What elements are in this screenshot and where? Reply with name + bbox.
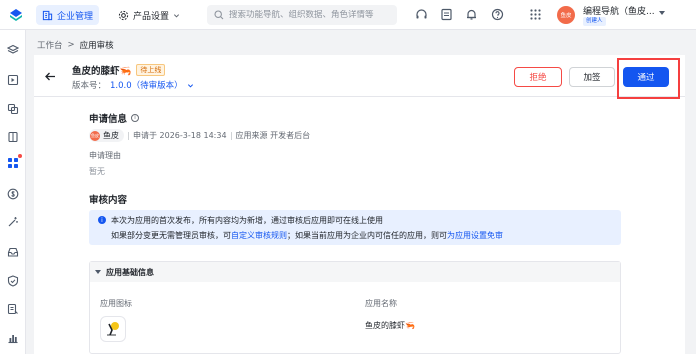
info-filled-icon: i — [98, 216, 106, 224]
settings-icon — [118, 10, 129, 20]
version-row[interactable]: 版本号： 1.0.0（待审版本） — [72, 79, 194, 91]
help-icon[interactable] — [491, 8, 504, 21]
building-icon — [42, 10, 53, 20]
chevron-down-icon — [173, 13, 180, 17]
tab-label: 企业管理 — [57, 11, 94, 22]
review-content-title-text: 审核内容 — [89, 195, 128, 206]
top-bar: 企业管理 产品设置 鱼皮 编程导航（鱼皮... 创建人 — [0, 0, 696, 30]
tab-product-settings[interactable]: 产品设置 — [112, 5, 186, 25]
applicant-row: 鱼皮 鱼皮 申请于 2026-3-18 14:34 应用来源 开发者后台 — [89, 129, 310, 142]
applicant-avatar: 鱼皮 — [90, 130, 100, 141]
avatar-text: 鱼皮 — [560, 13, 572, 19]
app-logo-icon — [107, 322, 119, 336]
app-name-value: 鱼皮的膝虾🦐 — [365, 321, 415, 330]
apps-grid-icon[interactable] — [529, 8, 542, 21]
breadcrumb-root[interactable]: 工作台 — [37, 39, 63, 51]
version-value[interactable]: 1.0.0（待审版本） — [110, 79, 183, 91]
breadcrumb-separator: > — [67, 40, 75, 50]
basic-info-title: 应用基础信息 — [106, 267, 154, 277]
info-icon[interactable]: i — [131, 114, 140, 122]
review-card: 鱼皮的膝虾🦐 待上线 版本号： 1.0.0（待审版本） 拒绝 加签 通过 申请信… — [34, 55, 685, 354]
set-review-exemption-link[interactable]: 为应用设置免审 — [447, 231, 503, 240]
notice-text-a: 如果部分变更无需管理员审核，可 — [111, 231, 231, 240]
reason-label: 申请理由 — [89, 151, 121, 160]
bell-icon[interactable] — [465, 8, 478, 21]
basic-info-header[interactable]: 应用基础信息 — [90, 262, 620, 282]
user-role-badge: 创建人 — [583, 17, 606, 26]
reject-button[interactable]: 拒绝 — [514, 67, 562, 87]
magic-icon[interactable] — [7, 216, 19, 228]
app-source: 应用来源 开发者后台 — [235, 131, 311, 140]
applicant-avatar-text: 鱼皮 — [91, 132, 99, 138]
version-label: 版本号： — [72, 81, 107, 91]
apply-info-title-text: 申请信息 — [89, 114, 128, 125]
app-icon-image — [100, 316, 126, 342]
shield-icon[interactable] — [7, 275, 19, 287]
applied-at: 申请于 2026-3-18 14:34 — [133, 131, 227, 140]
logo-icon — [10, 9, 22, 21]
app-name-label: 应用名称 — [365, 299, 397, 308]
notification-dot — [18, 154, 22, 158]
chevron-down-icon[interactable] — [187, 82, 194, 89]
search-box[interactable] — [207, 5, 397, 25]
add-signer-button[interactable]: 加签 — [569, 67, 615, 87]
basic-info-panel: 应用基础信息 应用图标 应用名称 鱼皮的膝虾🦐 — [89, 261, 621, 354]
reason-value: 暂无 — [89, 167, 105, 176]
highlight-box — [617, 58, 680, 99]
inbox-icon[interactable] — [7, 246, 19, 258]
document-icon[interactable] — [7, 131, 19, 143]
app-icon-label: 应用图标 — [100, 299, 132, 308]
divider — [128, 131, 129, 140]
avatar[interactable]: 鱼皮 — [557, 6, 575, 24]
review-header: 鱼皮的膝虾🦐 待上线 版本号： 1.0.0（待审版本） 拒绝 加签 通过 — [34, 55, 685, 99]
notice-line-2: 如果部分变更无需管理员审核，可自定义审核规则；如果当前应用为企业内可信任的应用，… — [111, 230, 503, 241]
divider — [230, 131, 232, 140]
apply-info-title: 申请信息 i — [89, 111, 140, 125]
tab-enterprise-management[interactable]: 企业管理 — [36, 5, 100, 25]
layers-icon[interactable] — [7, 44, 19, 56]
review-content-title: 审核内容 — [89, 192, 127, 206]
dollar-icon[interactable] — [7, 188, 19, 200]
app-name: 鱼皮的膝虾🦐 — [72, 66, 132, 77]
applicant-name: 鱼皮 — [103, 131, 119, 140]
report-icon[interactable] — [7, 303, 19, 315]
collapse-caret-icon[interactable] — [95, 270, 101, 274]
copy-icon[interactable] — [7, 103, 19, 115]
breadcrumb: 工作台 > 应用审核 — [37, 39, 114, 51]
chart-icon[interactable] — [7, 332, 19, 344]
notice-line-1: 本次为应用的首次发布，所有内容均为新增，通过审核后应用即可在线上使用 — [111, 216, 383, 225]
back-arrow-icon[interactable] — [44, 70, 57, 83]
notes-icon[interactable] — [440, 8, 453, 21]
user-name[interactable]: 编程导航（鱼皮... — [583, 4, 655, 17]
search-input[interactable] — [229, 10, 389, 20]
dashboard-icon[interactable] — [7, 74, 19, 86]
search-icon — [214, 10, 224, 20]
apps-icon[interactable] — [7, 157, 19, 169]
applicant-chip[interactable]: 鱼皮 鱼皮 — [89, 129, 124, 142]
user-menu-caret-icon[interactable] — [659, 11, 665, 15]
headset-icon[interactable] — [415, 8, 428, 21]
custom-review-rules-link[interactable]: 自定义审核规则 — [231, 231, 287, 240]
notice-banner: i 本次为应用的首次发布，所有内容均为新增，通过审核后应用即可在线上使用 如果部… — [89, 210, 621, 245]
tab-label: 产品设置 — [133, 11, 170, 22]
app-title-row: 鱼皮的膝虾🦐 待上线 — [72, 63, 166, 77]
status-badge: 待上线 — [136, 64, 166, 76]
breadcrumb-current: 应用审核 — [79, 41, 114, 51]
sidebar — [0, 30, 26, 354]
notice-text-b: ；如果当前应用为企业内可信任的应用，则可 — [287, 231, 447, 240]
